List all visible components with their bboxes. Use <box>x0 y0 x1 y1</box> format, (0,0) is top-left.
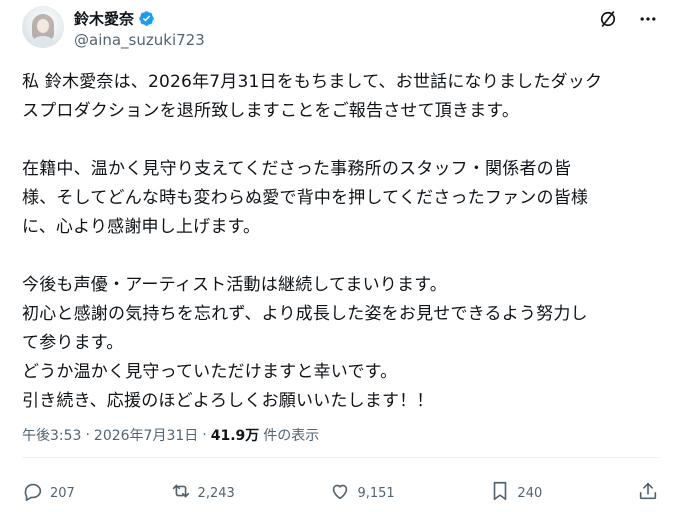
meta-separator: · <box>85 427 90 443</box>
like-button[interactable]: 9,151 <box>329 480 395 506</box>
reply-icon <box>22 480 44 506</box>
bookmark-button[interactable]: 240 <box>489 480 542 506</box>
author-name-row: 鈴木愛奈 <box>74 8 155 29</box>
verified-badge-icon <box>138 10 155 27</box>
view-count: 41.9万 <box>210 428 260 444</box>
avatar[interactable] <box>22 6 64 48</box>
more-icon[interactable] <box>637 8 659 30</box>
repost-icon <box>170 480 192 506</box>
post-line: て参ります。 <box>22 333 124 353</box>
grok-icon[interactable] <box>597 8 619 30</box>
post-line: スプロダクションを退所致しますことをご報告させて頂きます。 <box>22 101 520 121</box>
bookmark-icon <box>489 480 511 506</box>
post-line: 私 鈴木愛奈は、2026年7月31日をもちまして、お世話になりましたダック <box>22 72 603 92</box>
post-line: 引き続き、応援のほどよろしくお願いいたします！！ <box>22 391 434 411</box>
meta-separator: · <box>202 427 207 443</box>
like-icon <box>329 480 351 506</box>
like-count: 9,151 <box>357 485 395 501</box>
share-button[interactable] <box>637 480 659 506</box>
post-meta: 午後3:53 · 2026年7月31日 · 41.9万 件の表示 <box>22 425 319 445</box>
post-line: 初心と感謝の気持ちを忘れず、より成長した姿をお見せできるよう努力し <box>22 304 588 324</box>
post-line: 今後も声優・アーティスト活動は継続してまいります。 <box>22 275 447 295</box>
post-time[interactable]: 午後3:53 <box>22 425 81 445</box>
view-count-label: 件の表示 <box>263 428 320 444</box>
post-line: 在籍中、温かく見守り支えてくださった事務所のスタッフ・関係者の皆 <box>22 159 572 179</box>
author-handle[interactable]: @aina_suzuki723 <box>74 31 205 49</box>
reply-count: 207 <box>50 485 75 501</box>
post-line: どうか温かく見守っていただけますと幸いです。 <box>22 362 398 382</box>
post-header-actions <box>597 8 659 30</box>
post-date[interactable]: 2026年7月31日 <box>94 425 198 445</box>
divider <box>22 457 659 458</box>
post-text: 私 鈴木愛奈は、2026年7月31日をもちまして、お世話になりましたダック スプ… <box>22 68 662 416</box>
avatar-face <box>37 19 49 33</box>
repost-button[interactable]: 2,243 <box>170 480 235 506</box>
author-name[interactable]: 鈴木愛奈 <box>74 8 134 29</box>
post-actions: 207 2,243 9,151 240 <box>22 480 659 506</box>
share-icon <box>637 480 659 506</box>
post-line: 様、そしてどんな時も変わらぬ愛で背中を押してくださったファンの皆様 <box>22 188 589 208</box>
reply-button[interactable]: 207 <box>22 480 75 506</box>
post-line: に、心より感謝申し上げます。 <box>22 217 261 237</box>
bookmark-count: 240 <box>517 485 543 501</box>
repost-count: 2,243 <box>197 485 235 501</box>
